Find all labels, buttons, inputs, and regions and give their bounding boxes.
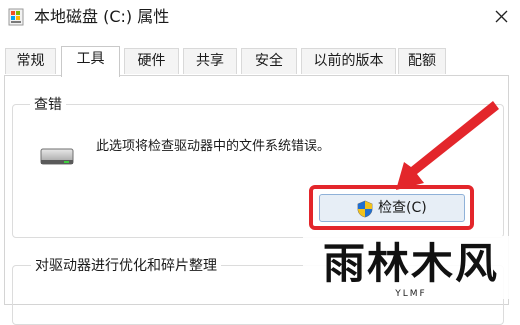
tab-general[interactable]: 常规: [5, 48, 56, 74]
tab-sharing[interactable]: 共享: [183, 48, 237, 74]
check-button-label: 检查(C): [378, 200, 427, 216]
error-check-description: 此选项将检查驱动器中的文件系统错误。: [96, 139, 331, 154]
window-title: 本地磁盘 (C:) 属性: [34, 7, 170, 26]
hard-drive-icon: [40, 148, 74, 165]
tab-strip: 常规 工具 硬件 共享 安全 以前的版本 配额: [0, 46, 520, 77]
tab-previous-versions[interactable]: 以前的版本: [301, 48, 396, 74]
close-button[interactable]: [482, 0, 520, 34]
uac-shield-icon: [357, 200, 373, 218]
title-bar: 本地磁盘 (C:) 属性: [0, 0, 520, 36]
watermark-logo: 雨林木风 YLMF: [303, 236, 519, 299]
watermark-subtext: YLMF: [394, 289, 426, 299]
drive-icon: [8, 8, 24, 26]
watermark-text: 雨林木风: [323, 239, 499, 288]
check-button[interactable]: 检查(C): [319, 194, 465, 222]
tab-security[interactable]: 安全: [241, 48, 297, 74]
optimize-label: 对驱动器进行优化和碎片整理: [31, 257, 221, 275]
tab-tools[interactable]: 工具: [61, 46, 120, 77]
tab-hardware[interactable]: 硬件: [124, 48, 179, 74]
close-icon: [495, 10, 508, 23]
error-check-label: 查错: [30, 96, 66, 114]
tab-quota[interactable]: 配额: [398, 48, 446, 74]
